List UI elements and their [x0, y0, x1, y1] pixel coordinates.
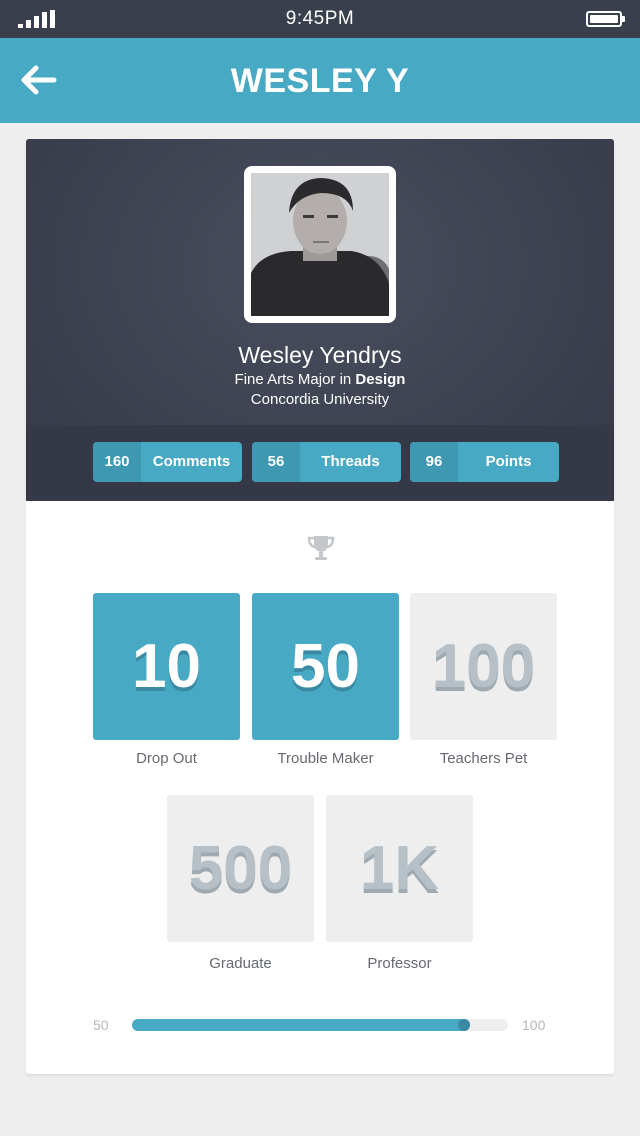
points-stat-button[interactable]: 96 Points	[410, 442, 559, 482]
avatar[interactable]	[244, 166, 396, 323]
progress-bar	[132, 1019, 508, 1031]
threads-stat-button[interactable]: 56 Threads	[252, 442, 401, 482]
badge-drop-out[interactable]: 10	[93, 593, 240, 740]
badge-label: Drop Out	[136, 750, 197, 767]
badge-label: Teachers Pet	[439, 750, 528, 767]
status-time: 9:45PM	[285, 8, 355, 29]
badge-label: Trouble Maker	[277, 750, 374, 767]
comments-stat-button[interactable]: 160 Comments	[93, 442, 242, 482]
badge-label: Professor	[367, 955, 432, 972]
stat-label: Threads	[321, 453, 380, 470]
back-button[interactable]	[18, 60, 62, 100]
arrow-left-icon	[21, 65, 57, 95]
profile-card: Wesley Yendrys Fine Arts Major in Design…	[26, 139, 614, 1074]
progress-min-label: 50	[93, 1017, 109, 1033]
major-prefix: Fine Arts Major in	[234, 371, 356, 388]
badge-teachers-pet[interactable]: 100	[410, 593, 557, 740]
profile-photo	[251, 173, 389, 316]
badge-label: Graduate	[209, 955, 272, 972]
trophy-icon	[307, 536, 335, 560]
stat-label: Comments	[152, 453, 231, 470]
progress-max-label: 100	[522, 1017, 546, 1033]
stat-count: 160	[93, 442, 141, 482]
stat-label: Points	[485, 453, 532, 470]
nav-bar: WESLEY Y	[0, 38, 640, 123]
profile-header: Wesley Yendrys Fine Arts Major in Design…	[26, 139, 614, 501]
profile-major: Fine Arts Major in Design	[26, 371, 614, 388]
progress-knob	[458, 1019, 470, 1031]
profile-name: Wesley Yendrys	[238, 342, 402, 368]
badge-trouble-maker[interactable]: 50	[252, 593, 399, 740]
stat-count: 96	[410, 442, 458, 482]
stat-count: 56	[252, 442, 300, 482]
badge-professor[interactable]: 1K	[326, 795, 473, 942]
profile-school: Concordia University	[250, 391, 390, 408]
major-subject: Design	[355, 371, 406, 388]
status-bar: 9:45PM	[0, 0, 640, 38]
page-title: WESLEY Y	[230, 62, 410, 100]
battery-icon	[586, 11, 625, 27]
badge-graduate[interactable]: 500	[167, 795, 314, 942]
progress-fill	[132, 1019, 470, 1031]
